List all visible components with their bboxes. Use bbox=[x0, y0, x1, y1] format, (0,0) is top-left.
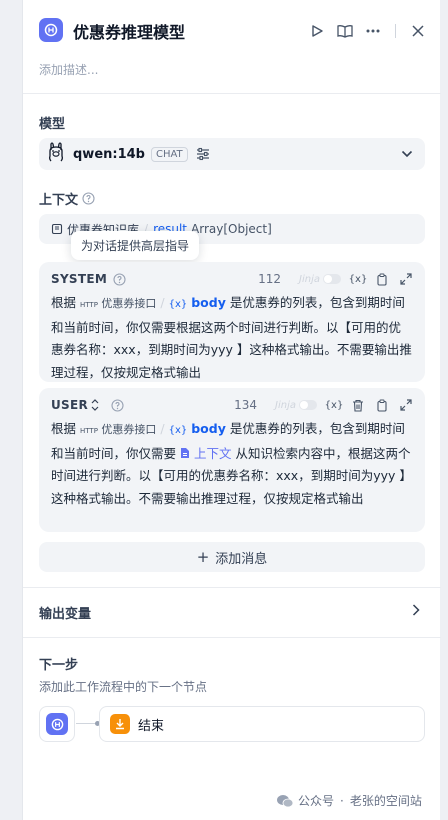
output-vars-label[interactable]: 输出变量 bbox=[39, 603, 91, 622]
context-variable-type: Array[Object] bbox=[191, 222, 272, 236]
settings-sliders-icon[interactable] bbox=[196, 147, 210, 161]
node-title[interactable]: 优惠券推理模型 bbox=[73, 19, 185, 43]
variable-name: body bbox=[191, 295, 226, 310]
llm-node-icon bbox=[39, 18, 63, 42]
model-name: qwen:14b bbox=[73, 146, 145, 162]
variable-name: body bbox=[191, 421, 226, 436]
http-variable-tag: HTTP 优惠券接口 bbox=[80, 297, 157, 310]
close-icon[interactable] bbox=[406, 20, 430, 42]
end-node-label: 结束 bbox=[138, 718, 165, 734]
help-icon[interactable] bbox=[111, 398, 124, 412]
model-selector[interactable]: qwen:14b CHAT bbox=[39, 138, 425, 170]
watermark: 公众号 · 老张的空间站 bbox=[276, 792, 422, 809]
file-icon bbox=[181, 447, 189, 458]
context-tooltip: 为对话提供高层指导 bbox=[71, 231, 200, 260]
expand-icon[interactable] bbox=[399, 272, 413, 286]
panel-header: 优惠券推理模型 bbox=[23, 0, 440, 62]
run-icon[interactable] bbox=[305, 20, 329, 42]
chevron-right-icon[interactable] bbox=[412, 604, 420, 616]
watermark-prefix: 公众号 bbox=[298, 794, 335, 808]
jinja-label: Jinja bbox=[299, 273, 320, 285]
llm-node-icon bbox=[46, 713, 68, 735]
user-message[interactable]: USER 134 Jinja {x} 根据 HTTP 优惠券接口 / {x} b… bbox=[39, 388, 425, 532]
help-icon[interactable] bbox=[113, 272, 126, 286]
system-prompt-text[interactable]: 根据 HTTP 优惠券接口 / {x} body 是优惠券的列表，包含到期时间和… bbox=[51, 292, 413, 384]
http-variable-tag: HTTP 优惠券接口 bbox=[80, 423, 157, 436]
copy-icon[interactable] bbox=[375, 272, 389, 286]
message-role-select[interactable]: USER bbox=[51, 398, 88, 412]
more-icon[interactable] bbox=[361, 20, 385, 42]
jinja-toggle[interactable] bbox=[323, 274, 341, 284]
node-config-panel: 优惠券推理模型 添加描述... 模型 qwen:14b CHAT 上下文 优惠券… bbox=[22, 0, 441, 820]
jinja-toggle[interactable] bbox=[299, 400, 317, 410]
token-count: 134 bbox=[234, 398, 258, 412]
watermark-dot: · bbox=[340, 793, 344, 808]
user-prompt-text[interactable]: 根据 HTTP 优惠券接口 / {x} body 是优惠券的列表，包含到期时间和… bbox=[51, 418, 413, 510]
add-message-button[interactable]: + 添加消息 bbox=[39, 542, 425, 572]
description-input[interactable]: 添加描述... bbox=[39, 61, 98, 78]
variable-icon: {x} bbox=[168, 425, 188, 436]
jinja-label: Jinja bbox=[275, 399, 296, 411]
model-label: 模型 bbox=[39, 117, 66, 132]
help-icon[interactable] bbox=[82, 192, 95, 205]
context-label: 上下文 bbox=[39, 193, 79, 208]
insert-variable-icon[interactable]: {x} bbox=[349, 272, 368, 286]
context-variable-tag: 上下文 bbox=[180, 446, 232, 461]
system-message[interactable]: SYSTEM 112 Jinja {x} 根据 HTTP 优惠券接口 / {x}… bbox=[39, 262, 425, 382]
chevron-down-icon bbox=[401, 150, 413, 158]
book-icon[interactable] bbox=[333, 20, 357, 42]
context-label-row: 上下文 bbox=[39, 189, 95, 208]
chevron-updown-icon[interactable] bbox=[91, 399, 99, 411]
expand-icon[interactable] bbox=[399, 398, 413, 412]
current-node-icon bbox=[39, 706, 75, 742]
message-role: SYSTEM bbox=[51, 272, 108, 286]
wechat-icon bbox=[276, 794, 294, 808]
knowledge-icon bbox=[51, 223, 63, 235]
watermark-name: 老张的空间站 bbox=[349, 794, 422, 808]
next-step-label: 下一步 bbox=[39, 658, 79, 673]
insert-variable-icon[interactable]: {x} bbox=[325, 398, 344, 412]
end-node-icon bbox=[110, 714, 130, 734]
end-node[interactable]: 结束 bbox=[99, 706, 425, 742]
copy-icon[interactable] bbox=[375, 398, 389, 412]
variable-icon: {x} bbox=[168, 299, 188, 310]
trash-icon[interactable] bbox=[351, 398, 365, 412]
token-count: 112 bbox=[258, 272, 282, 286]
next-step-subtitle: 添加此工作流程中的下一个节点 bbox=[39, 680, 208, 694]
plus-icon: + bbox=[196, 548, 210, 566]
ollama-icon bbox=[47, 142, 65, 166]
model-mode-badge: CHAT bbox=[150, 146, 188, 162]
